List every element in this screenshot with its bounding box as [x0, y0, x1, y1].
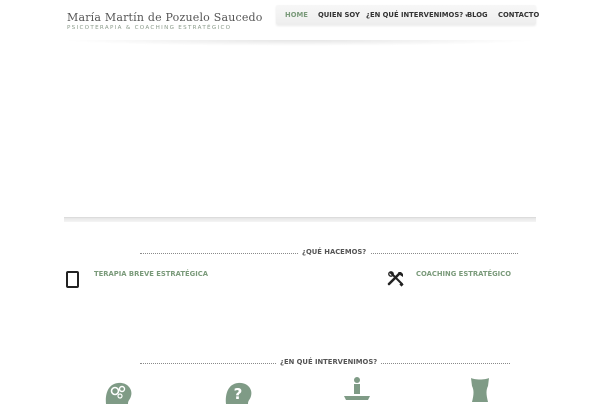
nav-en-que-intervenimos-label: ¿EN QUÉ INTERVENIMOS? — [366, 11, 464, 19]
question-head-icon[interactable]: ? — [222, 376, 254, 408]
feature-terapia-breve[interactable]: TERAPIA BREVE ESTRATÉGICA — [94, 270, 208, 278]
person-podium-icon[interactable] — [342, 374, 372, 406]
section-title-que-hacemos: ¿QUÉ HACEMOS? — [298, 248, 371, 256]
nav-blog[interactable]: BLOG — [467, 11, 488, 19]
hero-slider — [66, 46, 534, 218]
nav-home[interactable]: HOME — [285, 11, 308, 19]
nav-quien-soy[interactable]: QUIEN SOY — [318, 11, 360, 19]
nav-en-que-intervenimos[interactable]: ¿EN QUÉ INTERVENIMOS? ▾ — [366, 11, 468, 19]
section-title-intervenimos: ¿EN QUÉ INTERVENIMOS? — [276, 358, 382, 366]
main-nav: HOME QUIEN SOY ¿EN QUÉ INTERVENIMOS? ▾ BL… — [276, 5, 539, 25]
gears-head-icon[interactable] — [102, 376, 134, 408]
logo-subtitle: PSICOTERAPIA & COACHING ESTRATÉGICO — [67, 25, 232, 31]
logo-title: María Martín de Pozuelo Saucedo — [67, 11, 263, 24]
feature-coaching-estrategico[interactable]: COACHING ESTRATÉGICO — [416, 270, 511, 278]
hero-divider — [64, 217, 536, 222]
site-logo[interactable]: María Martín de Pozuelo Saucedo PSICOTER… — [67, 11, 263, 31]
tablet-icon — [66, 271, 79, 292]
nav-contacto[interactable]: CONTACTO — [498, 11, 539, 19]
tools-icon — [387, 270, 405, 292]
svg-text:?: ? — [234, 385, 243, 403]
body-icon[interactable] — [466, 374, 494, 406]
